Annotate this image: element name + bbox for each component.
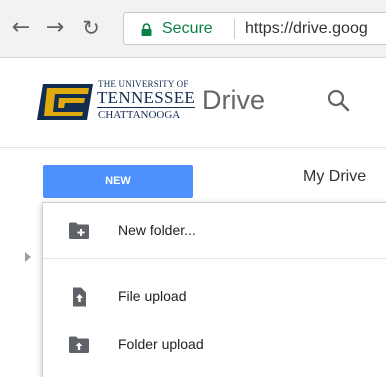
new-folder-icon — [69, 222, 89, 239]
reload-icon[interactable]: ↻ — [78, 14, 104, 42]
breadcrumb-my-drive[interactable]: My Drive — [303, 168, 366, 186]
file-upload-icon — [73, 287, 86, 307]
menu-item-new-folder[interactable]: New folder... — [43, 211, 386, 251]
new-button[interactable]: NEW — [43, 165, 193, 198]
folder-upload-icon — [69, 336, 89, 353]
university-line-2: TENNESSEE — [97, 88, 196, 107]
drive-header: THE UNIVERSITY OF TENNESSEE CHATTANOOGA … — [0, 58, 386, 148]
logo-rule — [97, 107, 195, 108]
app-name[interactable]: Drive — [202, 85, 265, 116]
address-bar[interactable]: Secure https://drive.goog — [123, 12, 386, 45]
lock-icon — [141, 23, 152, 36]
utc-logo-icon[interactable] — [35, 80, 95, 124]
back-arrow-icon[interactable]: ← — [8, 14, 34, 42]
search-icon[interactable] — [326, 88, 352, 114]
menu-item-label: New folder... — [118, 222, 196, 238]
url-text[interactable]: https://drive.goog — [245, 20, 368, 38]
university-line-3: CHATTANOOGA — [98, 109, 181, 121]
left-rail — [0, 210, 18, 377]
new-menu: New folder... File upload Folder upload — [42, 202, 386, 377]
expand-arrow-icon[interactable] — [25, 252, 31, 262]
secure-label: Secure — [162, 20, 213, 37]
menu-item-label: Folder upload — [118, 336, 204, 352]
menu-item-file-upload[interactable]: File upload — [43, 277, 386, 317]
menu-divider — [43, 258, 386, 259]
browser-toolbar: ← → ↻ Secure https://drive.goog — [0, 0, 386, 58]
url-divider — [234, 19, 235, 39]
menu-item-label: File upload — [118, 288, 187, 304]
menu-item-folder-upload[interactable]: Folder upload — [43, 325, 386, 365]
forward-arrow-icon[interactable]: → — [42, 14, 68, 42]
